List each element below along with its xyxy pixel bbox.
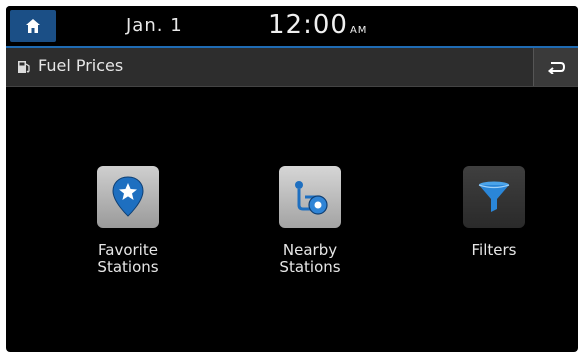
favorite-location-pin-icon (112, 176, 144, 217)
back-arrow-icon (547, 62, 566, 74)
back-button[interactable] (533, 48, 578, 86)
head-unit-screen: Jan. 1 12:00 AM Fuel Prices Favorite Sta… (6, 6, 578, 352)
page-title: Fuel Prices (38, 56, 124, 75)
nearby-stations-label: Nearby Stations (240, 242, 380, 276)
favorite-stations-tile[interactable]: Favorite Stations (58, 166, 198, 286)
favorite-stations-label-line2: Stations (97, 258, 159, 276)
status-bar: Jan. 1 12:00 AM (6, 6, 578, 46)
filters-tile[interactable]: Filters (424, 166, 564, 286)
home-button[interactable] (10, 10, 56, 42)
nearby-stations-label-line1: Nearby (282, 241, 338, 259)
fuel-pump-icon (18, 61, 30, 73)
clock-ampm: AM (349, 25, 368, 36)
favorite-stations-label: Favorite Stations (58, 242, 198, 276)
favorite-stations-label-line1: Favorite (98, 241, 158, 259)
title-bar: Fuel Prices (6, 48, 578, 87)
filters-icon-box (463, 166, 525, 228)
nearby-stations-label-line2: Stations (279, 258, 341, 276)
funnel-filter-icon (478, 181, 510, 212)
filters-label-line1: Filters (471, 241, 517, 259)
favorite-stations-icon-box (97, 166, 159, 228)
clock-time: 12:00 (268, 10, 348, 40)
nearby-route-icon (295, 181, 328, 215)
nearby-stations-icon-box (279, 166, 341, 228)
clock: 12:00 AM (268, 10, 367, 40)
home-icon (26, 19, 40, 33)
nearby-stations-tile[interactable]: Nearby Stations (240, 166, 380, 286)
filters-label: Filters (424, 242, 564, 259)
date-text: Jan. 1 (126, 15, 183, 36)
